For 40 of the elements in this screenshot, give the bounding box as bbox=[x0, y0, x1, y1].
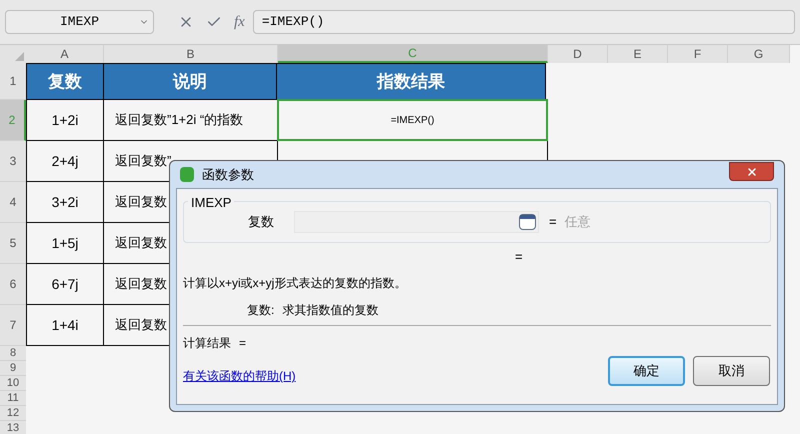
name-box[interactable]: IMEXP bbox=[5, 10, 154, 34]
column-header[interactable]: A bbox=[26, 45, 104, 63]
result-equals: = bbox=[515, 248, 523, 266]
row-header[interactable]: 13 bbox=[0, 421, 26, 434]
dialog-title: 函数参数 bbox=[202, 166, 254, 184]
column-header[interactable]: G bbox=[728, 45, 790, 63]
row-header[interactable]: 10 bbox=[0, 376, 26, 391]
formula-field[interactable]: =IMEXP() bbox=[252, 10, 795, 34]
row-header[interactable]: 9 bbox=[0, 361, 26, 376]
equals-sign: = bbox=[549, 213, 557, 232]
row-header[interactable]: 11 bbox=[0, 391, 26, 406]
column-header[interactable]: B bbox=[104, 45, 278, 63]
column-header[interactable]: F bbox=[668, 45, 728, 63]
close-button[interactable] bbox=[729, 162, 774, 181]
row-header[interactable]: 12 bbox=[0, 406, 26, 421]
table-cell: 1+4i bbox=[26, 304, 104, 346]
header-cell: 指数结果 bbox=[276, 63, 546, 100]
row-header[interactable]: 4 bbox=[0, 182, 26, 223]
row-header[interactable]: 1 bbox=[0, 63, 26, 100]
row-header[interactable]: 8 bbox=[0, 346, 26, 361]
row-header[interactable]: 6 bbox=[0, 264, 26, 305]
function-button[interactable]: fx bbox=[234, 10, 245, 34]
header-cell: 说明 bbox=[103, 63, 277, 100]
row-header[interactable]: 3 bbox=[0, 141, 26, 182]
range-picker-icon[interactable] bbox=[519, 214, 536, 230]
app-logo-icon bbox=[180, 167, 194, 182]
help-link[interactable]: 有关该函数的帮助(H) bbox=[183, 367, 296, 385]
dialog-button[interactable]: 取消 bbox=[693, 356, 770, 386]
argument-field[interactable] bbox=[294, 211, 539, 233]
row-header[interactable]: 5 bbox=[0, 223, 26, 264]
argument-value: 任意 bbox=[564, 213, 591, 232]
argument-help-label: 复数: bbox=[247, 302, 274, 319]
row-header[interactable]: 7 bbox=[0, 305, 26, 346]
table-cell: =IMEXP() bbox=[277, 99, 548, 141]
close-icon bbox=[746, 166, 758, 178]
column-header[interactable]: E bbox=[608, 45, 668, 63]
column-header[interactable]: D bbox=[548, 45, 608, 63]
argument-help-text: 求其指数值的复数 bbox=[282, 302, 378, 319]
header-cell: 复数 bbox=[26, 63, 104, 100]
dialog-button[interactable]: 确定 bbox=[608, 356, 685, 386]
